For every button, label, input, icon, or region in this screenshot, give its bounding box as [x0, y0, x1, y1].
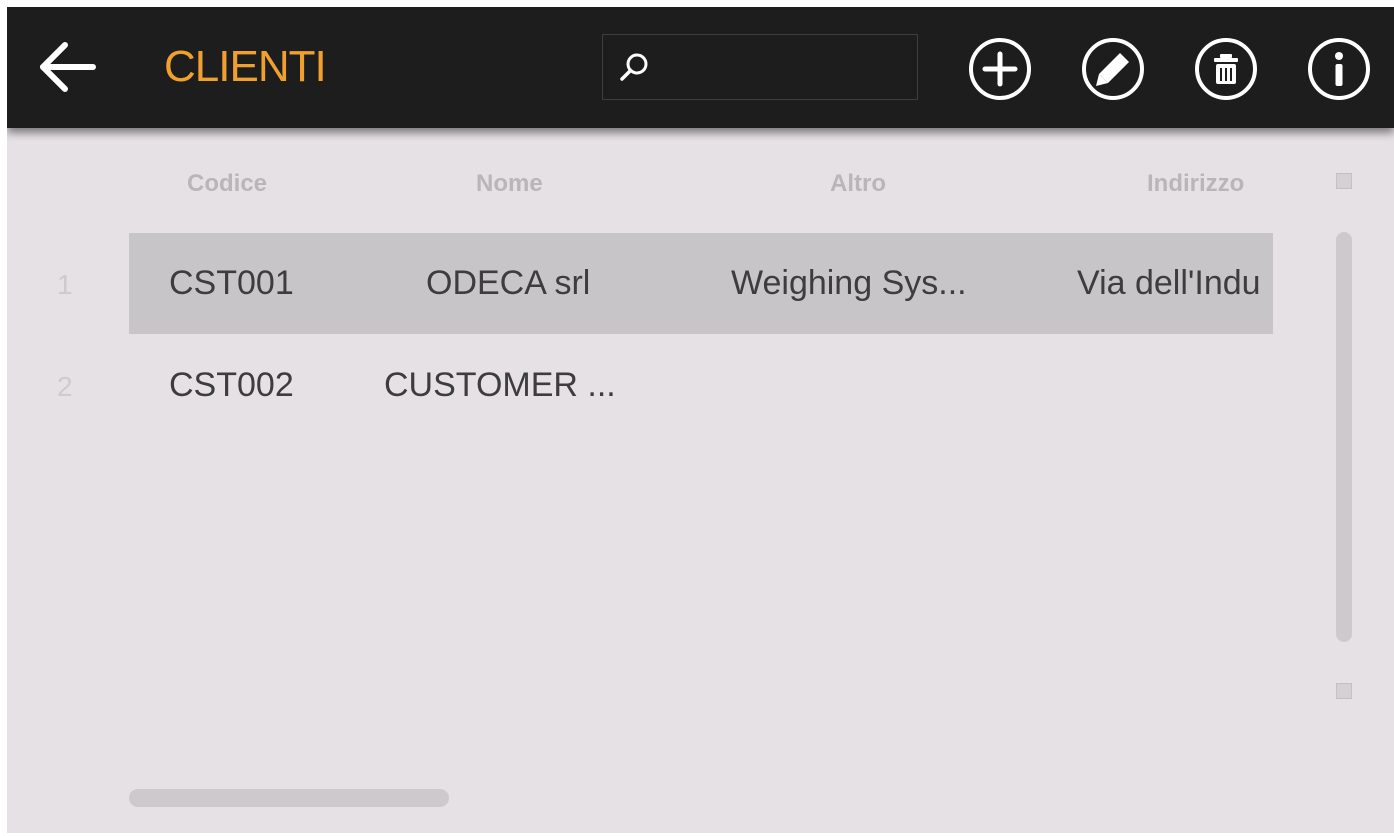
arrow-left-icon [40, 42, 96, 92]
cell-altro: Weighing Sys... [731, 264, 967, 302]
top-app-bar: CLIENTI [7, 7, 1394, 128]
edit-button[interactable] [1080, 36, 1146, 102]
page-title: CLIENTI [164, 42, 327, 91]
row-number: 1 [57, 269, 73, 300]
delete-button[interactable] [1193, 36, 1259, 102]
cell-codice: CST001 [169, 264, 294, 302]
add-circle-icon [969, 38, 1031, 100]
table-row[interactable]: CST001 ODECA srl Weighing Sys... Via del… [129, 233, 1273, 334]
horizontal-scrollbar[interactable] [129, 789, 449, 807]
add-button[interactable] [967, 36, 1033, 102]
scroll-up-marker[interactable] [1336, 173, 1352, 189]
column-header-indirizzo[interactable]: Indirizzo [1147, 167, 1244, 201]
table-row[interactable]: CST002 CUSTOMER ... [129, 335, 1273, 436]
cell-indirizzo [1077, 335, 1273, 436]
info-button[interactable] [1306, 36, 1372, 102]
search-box[interactable] [602, 34, 918, 100]
scroll-down-marker[interactable] [1336, 683, 1352, 699]
edit-circle-icon [1082, 38, 1144, 100]
row-number: 2 [57, 371, 73, 402]
delete-circle-icon [1195, 38, 1257, 100]
search-input[interactable] [661, 43, 909, 93]
cell-nome: CUSTOMER ... [384, 366, 616, 404]
column-header-altro[interactable]: Altro [830, 167, 886, 201]
cell-indirizzo: Via dell'Indu [1077, 264, 1261, 302]
back-button[interactable] [35, 37, 99, 97]
cell-codice: CST002 [169, 366, 294, 404]
table-header: Codice Nome Altro Indirizzo [7, 167, 1307, 201]
cell-nome: ODECA srl [426, 264, 591, 302]
search-icon [620, 53, 648, 81]
vertical-scrollbar[interactable] [1336, 232, 1352, 642]
info-circle-icon [1308, 38, 1370, 100]
cell-altro [731, 335, 1011, 436]
column-header-codice[interactable]: Codice [187, 167, 267, 201]
column-header-nome[interactable]: Nome [476, 167, 543, 201]
clienti-screen: CLIENTI Codice Nome Altro Indirizzo 1 CS… [7, 7, 1394, 833]
